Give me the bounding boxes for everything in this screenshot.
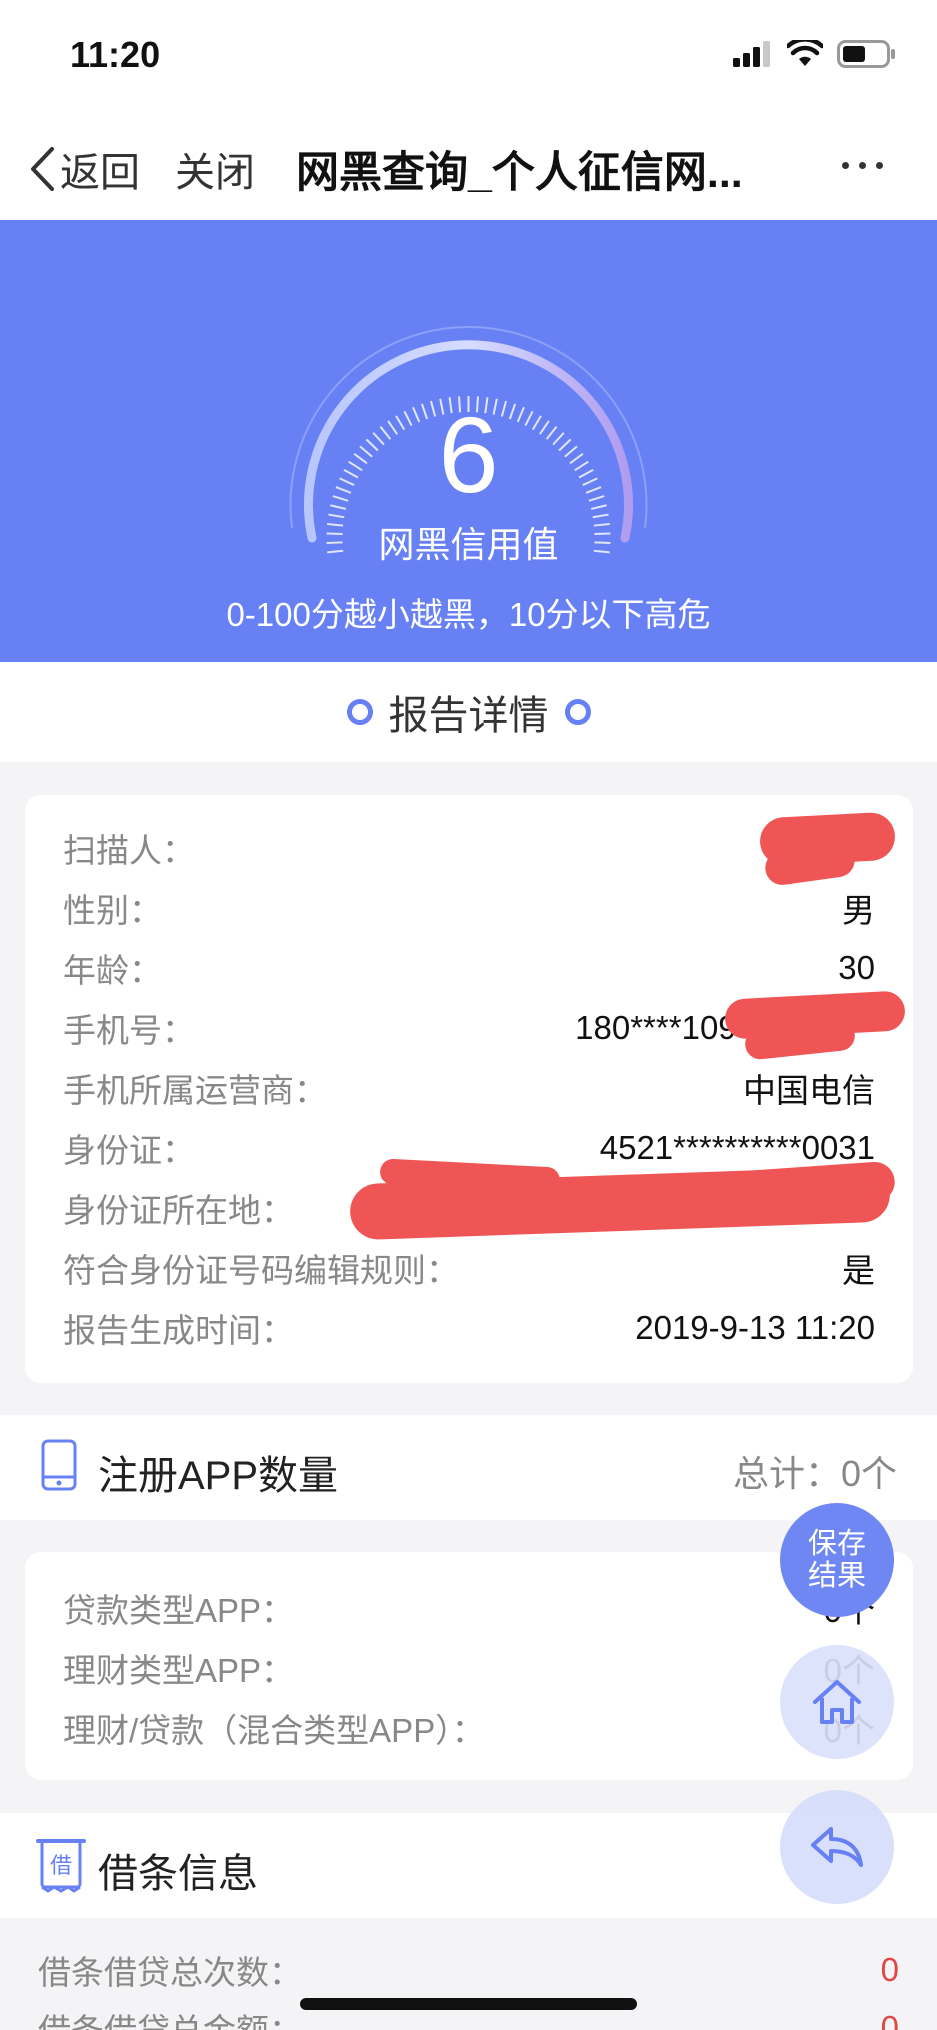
loan-row-value: 0 [880,2009,899,2030]
detail-label: 身份证所在地： [63,1192,294,1229]
detail-label: 扫描人： [63,832,195,869]
loan-row-value: 0 [880,1951,899,1988]
detail-row-carrier: 手机所属运营商： 中国电信 [63,1058,875,1118]
detail-label: 手机所属运营商： [63,1072,327,1109]
phone-icon [41,1439,77,1491]
app-row-label: 理财类型APP： [63,1652,295,1689]
loan-icon-char: 借 [50,1854,72,1879]
app-row-label: 贷款类型APP： [63,1592,295,1629]
report-section-title: 报告详情 [388,694,549,738]
app-count-card: 贷款类型APP： 0个 理财类型APP： 0个 理财/贷款（混合类型APP）： … [25,1552,913,1780]
home-button[interactable] [780,1645,894,1759]
detail-label: 性别： [63,892,162,929]
save-result-button[interactable]: 保存 结果 [780,1503,894,1617]
detail-label: 手机号： [63,1012,195,1049]
score-label: 网黑信用值 [378,524,559,565]
app-row-mixed: 理财/贷款（混合类型APP）： 0个 [63,1698,875,1758]
detail-value: 2019-9-13 11:20 [635,1309,875,1346]
signal-icon [733,41,770,67]
reply-back-button[interactable] [780,1790,894,1904]
ring-icon [346,699,373,725]
app-row-label: 理财/贷款（混合类型APP）： [63,1712,485,1749]
report-section-header: 报告详情 [0,662,937,762]
save-result-line1: 保存 [807,1528,866,1560]
app-row-loan: 贷款类型APP： 0个 [63,1578,875,1638]
score-note: 0-100分越小越黑，10分以下高危 [226,596,711,633]
detail-row-scanner: 扫描人： [63,818,875,878]
loan-info-title: 借条信息 [98,1852,258,1896]
more-dot-icon [859,162,866,169]
detail-value: 男 [842,892,875,929]
detail-value: 4521**********0031 [599,1129,875,1166]
loan-row-count: 借条借贷总次数： 0 [38,1940,899,2000]
detail-value: 中国电信 [743,1072,875,1109]
detail-value: 30 [838,949,875,986]
status-time: 11:20 [70,34,161,75]
detail-label: 符合身份证号码编辑规则： [63,1252,459,1289]
wifi-icon [787,40,823,66]
detail-row-gender: 性别： 男 [63,878,875,938]
loan-note-icon: 借 [36,1839,86,1893]
status-icons [733,40,897,68]
back-button[interactable]: 返回 [28,140,140,198]
page-title: 网黑查询_个人征信网... [296,149,743,197]
detail-row-age: 年龄： 30 [63,938,875,998]
detail-label: 年龄： [63,952,162,989]
app-count-total: 总计：0个 [732,1453,897,1494]
chevron-left-icon [31,147,54,191]
app-row-finance: 理财类型APP： 0个 [63,1638,875,1698]
report-details-card: 扫描人： 性别： 男 年龄： 30 手机号： 180****1094 手机所属运… [25,795,913,1383]
home-icon [813,1680,861,1724]
more-options-button[interactable] [842,162,883,169]
more-dot-icon [876,162,883,169]
detail-row-id-valid: 符合身份证号码编辑规则： 是 [63,1238,875,1298]
save-result-line2: 结果 [807,1560,866,1592]
nav-bar: 返回 关闭 网黑查询_个人征信网... [0,110,937,220]
detail-label: 身份证： [63,1132,195,1169]
close-button[interactable]: 关闭 [175,140,255,198]
status-bar: 11:20 [0,0,937,110]
app-count-title: 注册APP数量 [98,1454,339,1498]
loan-row-label: 借条借贷总金额： [38,2004,302,2030]
more-dot-icon [842,162,849,169]
battery-icon [837,40,895,68]
reply-icon [811,1827,863,1867]
back-label: 返回 [60,151,140,195]
app-count-header: 注册APP数量 总计：0个 [0,1415,937,1520]
detail-value: 是 [842,1252,875,1289]
detail-label: 报告生成时间： [63,1312,294,1349]
loan-row-label: 借条借贷总次数： [38,1954,302,1991]
detail-row-report-time: 报告生成时间： 2019-9-13 11:20 [63,1298,875,1358]
score-banner: 6 网黑信用值 0-100分越小越黑，10分以下高危 [0,220,937,662]
home-indicator[interactable] [300,1998,637,2010]
score-value: 6 [438,394,499,515]
ring-icon [564,699,591,725]
